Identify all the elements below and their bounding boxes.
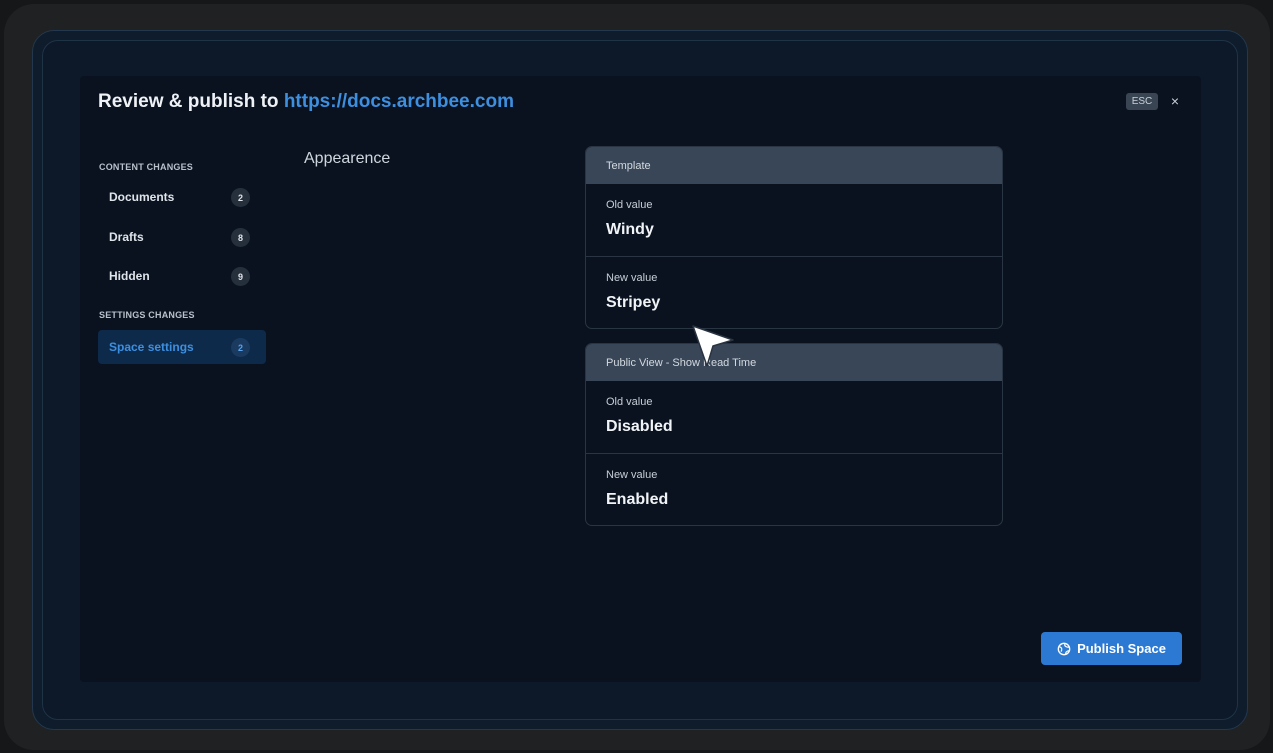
esc-key-hint: ESC [1126, 93, 1158, 110]
new-value-label: New value [606, 469, 658, 481]
modal-title: Review & publish to https://docs.archbee… [98, 91, 514, 113]
new-value-row: New value Enabled [586, 453, 1002, 525]
sidebar-item-drafts[interactable]: Drafts 8 [98, 220, 266, 254]
mouse-pointer-icon [692, 325, 734, 367]
close-icon[interactable]: × [1168, 91, 1182, 111]
publish-target-url[interactable]: https://docs.archbee.com [284, 91, 514, 112]
sidebar-item-label: Documents [109, 190, 175, 204]
card-header: Public View - Show Read Time [586, 344, 1002, 381]
old-value-label: Old value [606, 199, 653, 211]
sidebar-item-label: Hidden [109, 269, 150, 283]
old-value-row: Old value Disabled [586, 381, 1002, 453]
change-card-template: Template Old value Windy New value Strip… [585, 146, 1003, 329]
section-heading: Appearence [304, 150, 391, 167]
sidebar-item-documents[interactable]: Documents 2 [98, 180, 266, 214]
count-badge: 2 [231, 338, 250, 357]
new-value-label: New value [606, 272, 658, 284]
change-card-read-time: Public View - Show Read Time Old value D… [585, 343, 1003, 526]
old-value-label: Old value [606, 396, 653, 408]
publish-space-button[interactable]: Publish Space [1041, 632, 1182, 665]
review-publish-modal: Review & publish to https://docs.archbee… [80, 76, 1201, 682]
sidebar-item-hidden[interactable]: Hidden 9 [98, 259, 266, 293]
globe-icon [1057, 642, 1071, 655]
count-badge: 8 [231, 228, 250, 247]
sidebar-item-space-settings[interactable]: Space settings 2 [98, 330, 266, 364]
new-value: Stripey [606, 294, 661, 311]
card-header: Template [586, 147, 1002, 184]
new-value: Enabled [606, 491, 669, 508]
settings-changes-label: SETTINGS CHANGES [99, 310, 195, 320]
old-value: Windy [606, 221, 654, 238]
sidebar-item-label: Space settings [109, 340, 194, 354]
modal-title-prefix: Review & publish to [98, 91, 279, 112]
content-changes-label: CONTENT CHANGES [99, 162, 194, 172]
old-value-row: Old value Windy [586, 184, 1002, 256]
count-badge: 2 [231, 188, 250, 207]
new-value-row: New value Stripey [586, 256, 1002, 328]
publish-button-label: Publish Space [1077, 641, 1166, 656]
old-value: Disabled [606, 418, 673, 435]
count-badge: 9 [231, 267, 250, 286]
sidebar-item-label: Drafts [109, 230, 144, 244]
